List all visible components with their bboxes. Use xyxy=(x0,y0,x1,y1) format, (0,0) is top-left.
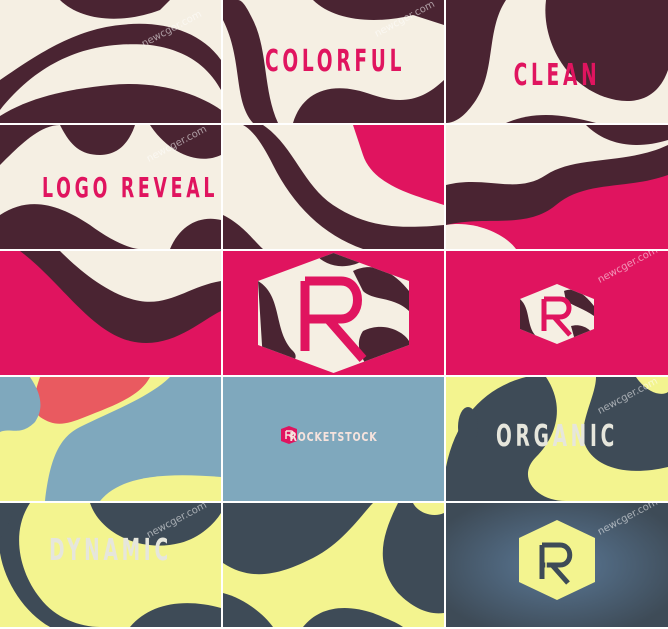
organic-shapes xyxy=(223,503,444,627)
frame-2-2 xyxy=(223,125,444,249)
hex-logo-large xyxy=(223,251,444,375)
frame-4-1 xyxy=(0,377,221,501)
frame-4-2: ROCKETSTOCK xyxy=(223,377,444,501)
word-colorful: COLORFUL xyxy=(264,44,406,79)
frame-5-3: newcger.com xyxy=(446,503,668,627)
rocketstock-wordmark: ROCKETSTOCK xyxy=(289,430,378,444)
frame-2-1: LOGO REVEAL newcger.com xyxy=(0,125,221,249)
word-logo-reveal: LOGO REVEAL xyxy=(41,171,219,204)
word-organic: ORGANIC xyxy=(496,419,618,454)
hex-logo-small xyxy=(446,251,668,375)
organic-shapes xyxy=(223,125,444,249)
word-clean: CLEAN xyxy=(513,58,601,93)
frame-3-3: newcger.com xyxy=(446,251,668,375)
frame-5-1: DYNAMIC newcger.com xyxy=(0,503,221,627)
storyboard-grid: newcger.com COLORFUL newcger.com CLEAN L… xyxy=(0,0,668,629)
frame-5-2 xyxy=(223,503,444,627)
organic-shapes xyxy=(0,0,221,123)
frame-2-3 xyxy=(446,125,668,249)
frame-1-2: COLORFUL newcger.com xyxy=(223,0,444,123)
frame-4-3: ORGANIC newcger.com xyxy=(446,377,668,501)
frame-1-3: CLEAN xyxy=(446,0,668,123)
hex-logo-final xyxy=(446,503,668,627)
word-dynamic: DYNAMIC xyxy=(49,533,172,568)
organic-shapes xyxy=(0,251,221,375)
frame-3-1 xyxy=(0,251,221,375)
frame-1-1: newcger.com xyxy=(0,0,221,123)
organic-shapes xyxy=(446,125,668,249)
organic-shapes xyxy=(0,377,221,501)
frame-3-2: R xyxy=(223,251,444,375)
